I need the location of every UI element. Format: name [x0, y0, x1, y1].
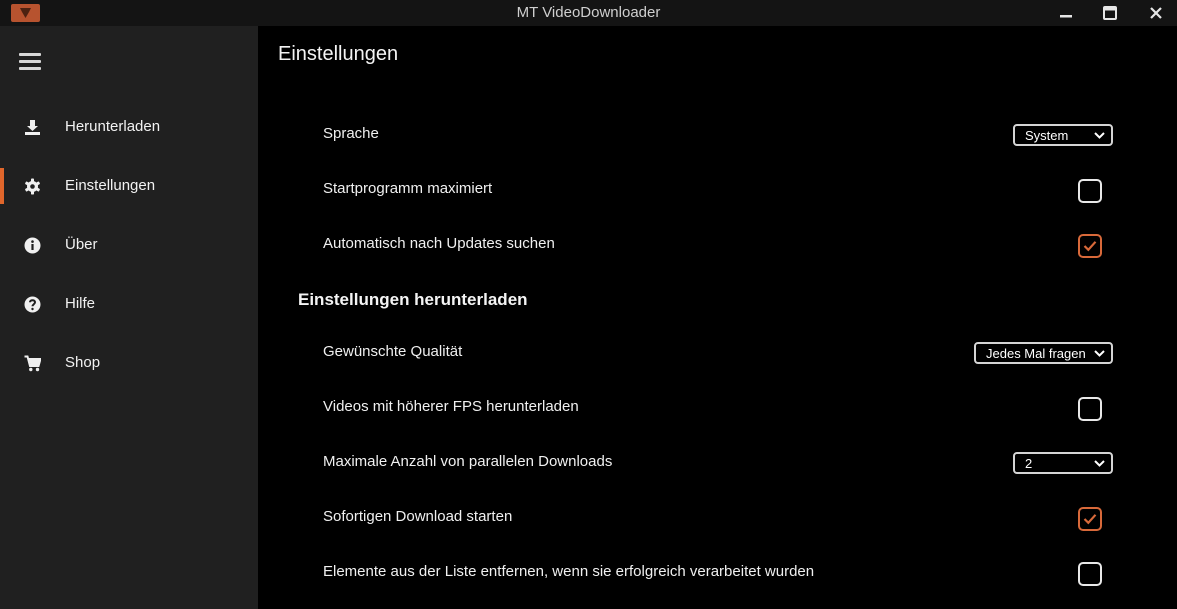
- parallel-downloads-select[interactable]: 2: [1013, 452, 1113, 474]
- checkmark-icon: [1083, 241, 1097, 252]
- start-maximized-checkbox[interactable]: [1078, 179, 1102, 203]
- active-indicator: [0, 168, 4, 204]
- remove-completed-label: Elemente aus der Liste entfernen, wenn s…: [323, 563, 815, 580]
- quality-select-value: Jedes Mal fragen: [986, 346, 1086, 361]
- parallel-downloads-value: 2: [1025, 456, 1033, 471]
- hamburger-line: [19, 53, 41, 56]
- quality-select[interactable]: Jedes Mal fragen: [974, 342, 1113, 364]
- download-icon: [25, 120, 40, 135]
- quality-label: Gewünschte Qualität: [323, 343, 463, 360]
- page-title: Einstellungen: [278, 43, 399, 65]
- close-button[interactable]: [1136, 0, 1176, 26]
- sidebar-item-label: Herunterladen: [65, 118, 161, 135]
- sidebar-item-herunterladen[interactable]: Herunterladen: [0, 109, 258, 145]
- settings-panel: Einstellungen Sprache System Startprogra…: [258, 26, 1177, 609]
- cart-icon: [24, 355, 41, 372]
- sidebar-item-einstellungen[interactable]: Einstellungen: [0, 168, 258, 204]
- sidebar-item-shop[interactable]: Shop: [0, 345, 258, 381]
- sidebar-item-label: Hilfe: [65, 295, 96, 312]
- title-bar: MT VideoDownloader: [0, 0, 1177, 26]
- chevron-down-icon: [1094, 350, 1105, 357]
- chevron-down-icon: [1094, 132, 1105, 139]
- close-icon: [1150, 7, 1162, 19]
- download-settings-heading: Einstellungen herunterladen: [298, 290, 528, 309]
- minimize-icon: [1060, 15, 1072, 18]
- parallel-downloads-label: Maximale Anzahl von parallelen Downloads: [323, 453, 613, 470]
- gear-icon: [25, 178, 40, 195]
- info-icon: [24, 237, 41, 254]
- menu-toggle-button[interactable]: [19, 53, 41, 71]
- hamburger-line: [19, 67, 41, 70]
- sidebar-item-label: Einstellungen: [65, 177, 156, 194]
- start-maximized-label: Startprogramm maximiert: [323, 180, 493, 197]
- auto-updates-label: Automatisch nach Updates suchen: [323, 235, 555, 252]
- sidebar: Herunterladen Einstellungen Über Hilfe S…: [0, 26, 258, 609]
- sidebar-item-label: Shop: [65, 354, 101, 371]
- sidebar-item-label: Über: [65, 236, 98, 253]
- maximize-icon: [1103, 6, 1117, 20]
- remove-completed-checkbox[interactable]: [1078, 562, 1102, 586]
- language-label: Sprache: [323, 125, 379, 142]
- hamburger-line: [19, 60, 41, 63]
- sidebar-item-ueber[interactable]: Über: [0, 227, 258, 263]
- window-title: MT VideoDownloader: [516, 4, 661, 21]
- high-fps-label: Videos mit höherer FPS herunterladen: [323, 398, 579, 415]
- maximize-button[interactable]: [1090, 0, 1130, 26]
- minimize-button[interactable]: [1046, 0, 1086, 26]
- checkmark-icon: [1083, 514, 1097, 525]
- chevron-down-icon: [1094, 460, 1105, 467]
- instant-start-label: Sofortigen Download starten: [323, 508, 513, 525]
- help-icon: [24, 296, 41, 313]
- sidebar-item-hilfe[interactable]: Hilfe: [0, 286, 258, 322]
- high-fps-checkbox[interactable]: [1078, 397, 1102, 421]
- instant-start-checkbox[interactable]: [1078, 507, 1102, 531]
- language-select-value: System: [1025, 128, 1069, 143]
- auto-updates-checkbox[interactable]: [1078, 234, 1102, 258]
- language-select[interactable]: System: [1013, 124, 1113, 146]
